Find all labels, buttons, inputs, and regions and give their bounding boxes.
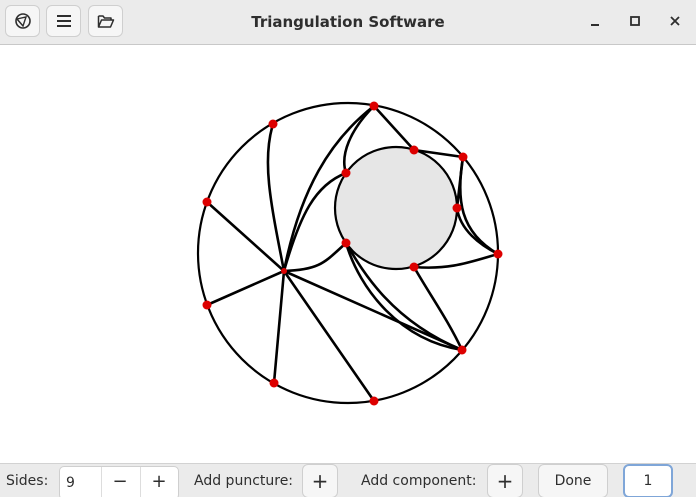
sides-decrement-button[interactable]: − (101, 464, 139, 497)
add-puncture-label: Add puncture: (194, 473, 294, 489)
minimize-icon (591, 24, 599, 26)
vertex (457, 345, 467, 355)
puncture-vertex (341, 168, 351, 178)
maximize-button[interactable] (622, 8, 648, 34)
arc (205, 269, 286, 307)
open-file-button[interactable] (88, 5, 123, 37)
component-count-field[interactable]: 1 (623, 464, 673, 497)
arc (272, 269, 286, 385)
arc (458, 155, 500, 256)
done-button[interactable]: Done (538, 464, 608, 497)
vertex (458, 152, 468, 162)
sides-input[interactable]: 9 (66, 467, 75, 497)
main-menu-button[interactable] (46, 5, 81, 37)
add-component-label: Add component: (361, 473, 477, 489)
arc (282, 241, 348, 273)
triangulation-canvas[interactable] (0, 46, 696, 463)
vertex (493, 249, 503, 259)
folder-open-icon (97, 15, 114, 28)
add-puncture-button[interactable]: + (302, 464, 338, 497)
triangulation-drawing[interactable] (0, 46, 696, 463)
vertex (369, 101, 379, 111)
puncture-vertex (409, 262, 419, 272)
puncture-vertex (341, 238, 351, 248)
puncture-disk[interactable] (333, 145, 459, 271)
close-button[interactable] (662, 8, 688, 34)
maximize-icon (630, 16, 640, 26)
sides-increment-button[interactable]: + (140, 464, 178, 497)
vertex (268, 119, 278, 129)
vertex (369, 396, 379, 406)
puncture-vertex (452, 203, 462, 213)
arc (266, 122, 286, 273)
app-menu-button[interactable] (5, 5, 40, 37)
arc (372, 104, 416, 152)
vertex (202, 197, 212, 207)
hamburger-menu-icon (56, 15, 71, 27)
arcs (205, 104, 500, 403)
puncture-vertex (409, 145, 419, 155)
vertex (202, 300, 212, 310)
bottom-toolbar: Sides: 9 − + Add puncture: + Add compone… (0, 463, 696, 497)
title-bar: Triangulation Software (0, 0, 696, 45)
add-component-button[interactable]: + (487, 464, 523, 497)
app-logo-icon (14, 13, 31, 29)
minimize-button[interactable] (582, 8, 608, 34)
sides-label: Sides: (6, 473, 49, 489)
close-icon (670, 16, 680, 26)
interior-vertex (281, 268, 287, 274)
vertex (269, 378, 279, 388)
